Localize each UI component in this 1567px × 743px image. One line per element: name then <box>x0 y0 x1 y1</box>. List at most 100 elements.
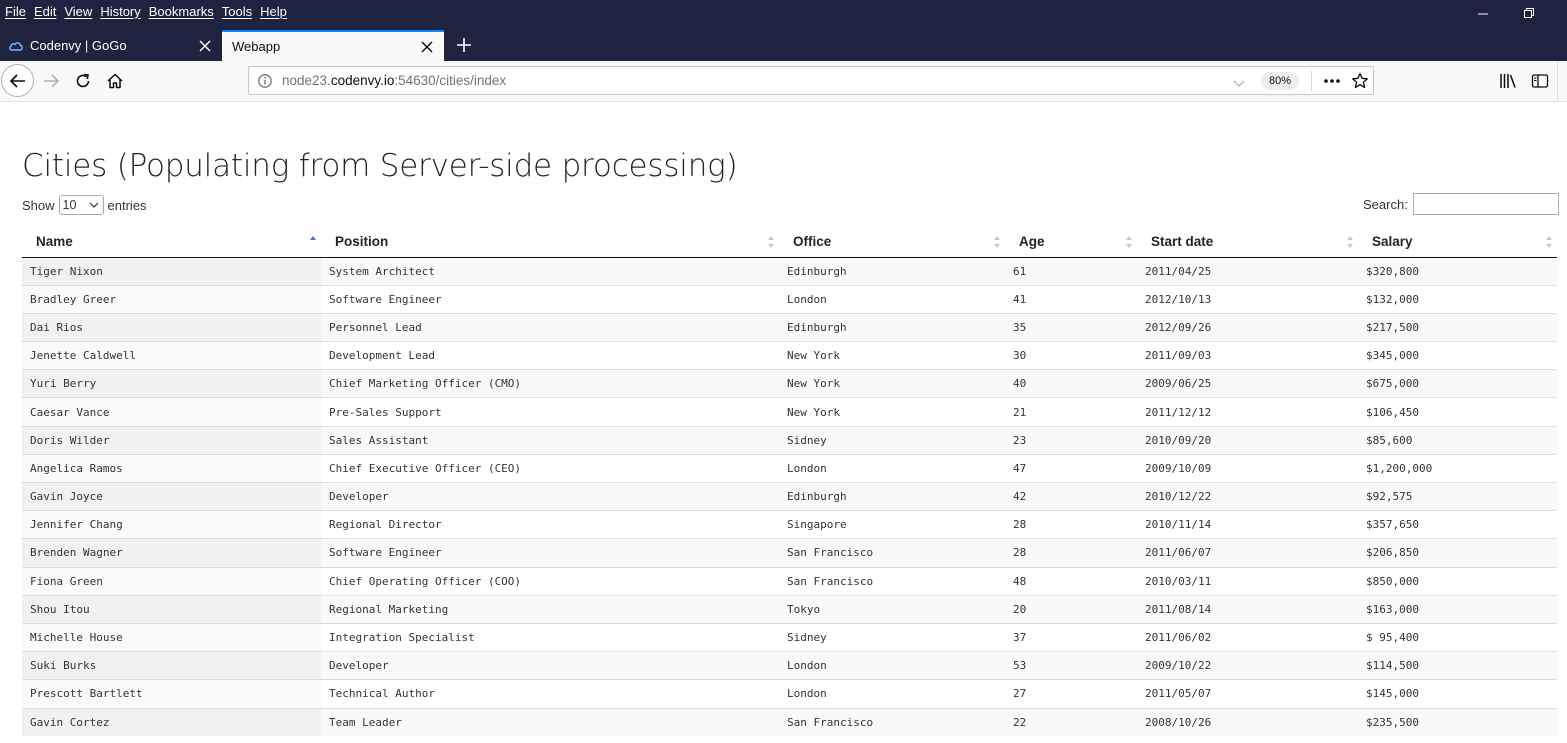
cell-age: 27 <box>1005 679 1137 708</box>
sort-ascending-icon <box>310 236 316 240</box>
cell-start-date: 2012/10/13 <box>1137 284 1358 314</box>
minimize-icon <box>1478 13 1488 15</box>
table-row: Angelica Ramos Chief Executive Officer (C… <box>22 453 1557 483</box>
minimize-button[interactable] <box>1460 2 1506 24</box>
more-actions-icon[interactable] <box>1321 72 1343 90</box>
table-row: Shou Itou Regional Marketing Tokyo 20 2011/0… <box>22 594 1557 624</box>
cell-age: 40 <box>1005 369 1137 398</box>
cell-name: Angelica Ramos <box>22 453 321 483</box>
tab-codenvy[interactable]: Codenvy | GoGo <box>0 30 222 61</box>
close-tab-icon[interactable] <box>416 36 438 58</box>
cell-office: New York <box>779 369 1005 398</box>
cell-salary: $675,000 <box>1358 369 1557 398</box>
menu-history[interactable]: History <box>100 4 140 19</box>
restore-icon <box>1524 8 1534 18</box>
cell-office: Edinburgh <box>779 481 1005 511</box>
cell-office: London <box>779 453 1005 483</box>
back-button[interactable] <box>1 64 34 97</box>
cell-office: Edinburgh <box>779 312 1005 342</box>
cell-age: 35 <box>1005 312 1137 342</box>
cell-salary: $217,500 <box>1358 312 1557 342</box>
arrow-left-icon <box>9 73 25 88</box>
cell-age: 28 <box>1005 510 1137 539</box>
cell-start-date: 2011/06/07 <box>1137 538 1358 568</box>
cell-salary: $163,000 <box>1358 594 1557 624</box>
search-input[interactable] <box>1412 193 1559 215</box>
close-tab-icon[interactable] <box>194 35 216 57</box>
new-tab-button[interactable] <box>451 33 477 57</box>
table-row: Caesar Vance Pre-Sales Support New York 21 2… <box>22 397 1557 427</box>
browser-titlebar: File Edit View History Bookmarks Tools H… <box>0 0 1567 61</box>
column-header-salary[interactable]: Salary <box>1358 226 1557 258</box>
entries-length-control: Show 10 entries <box>22 195 147 215</box>
cell-name: Fiona Green <box>22 566 321 596</box>
cell-office: New York <box>779 341 1005 370</box>
cell-position: Regional Marketing <box>321 594 779 624</box>
home-button[interactable] <box>102 69 128 93</box>
cell-office: San Francisco <box>779 707 1005 737</box>
cell-salary: $106,450 <box>1358 397 1557 427</box>
menu-tools[interactable]: Tools <box>222 4 252 19</box>
cell-office: London <box>779 679 1005 708</box>
tab-webapp[interactable]: Webapp <box>222 30 444 61</box>
cell-salary: $206,850 <box>1358 538 1557 568</box>
cell-office: New York <box>779 397 1005 427</box>
column-header-position[interactable]: Position <box>321 226 779 258</box>
column-label: Start date <box>1151 233 1214 249</box>
cell-position: Chief Executive Officer (CEO) <box>321 453 779 483</box>
column-label: Age <box>1019 233 1045 249</box>
cell-age: 53 <box>1005 651 1137 680</box>
arrow-right-icon <box>44 74 60 88</box>
cell-name: Shou Itou <box>22 594 321 624</box>
menu-help[interactable]: Help <box>260 4 287 19</box>
cell-office: Sidney <box>779 622 1005 652</box>
cell-name: Prescott Bartlett <box>22 679 321 708</box>
column-header-name[interactable]: Name <box>22 226 321 258</box>
cell-position: System Architect <box>321 256 779 286</box>
forward-button[interactable] <box>38 69 64 93</box>
cell-start-date: 2011/08/14 <box>1137 594 1358 624</box>
cell-age: 37 <box>1005 622 1137 652</box>
table-row: Jenette Caldwell Development Lead New York… <box>22 341 1557 370</box>
column-header-start-date[interactable]: Start date <box>1137 226 1358 258</box>
entries-select[interactable]: 10 <box>58 195 104 215</box>
cell-age: 41 <box>1005 284 1137 314</box>
home-icon <box>107 73 123 89</box>
sort-icon <box>994 236 1000 248</box>
reload-icon <box>76 73 90 88</box>
cell-name: Jenette Caldwell <box>22 341 321 370</box>
info-icon[interactable] <box>257 73 273 89</box>
menu-edit[interactable]: Edit <box>34 4 56 19</box>
cell-salary: $92,575 <box>1358 481 1557 511</box>
chevron-down-icon[interactable] <box>1231 75 1247 87</box>
cell-start-date: 2011/05/07 <box>1137 679 1358 708</box>
divider <box>1557 61 1558 101</box>
star-icon[interactable] <box>1350 72 1370 90</box>
cell-age: 28 <box>1005 538 1137 568</box>
cell-office: Singapore <box>779 510 1005 539</box>
table-row: Michelle House Integration Specialist Sidn… <box>22 622 1557 652</box>
cell-position: Chief Marketing Officer (CMO) <box>321 369 779 398</box>
cell-position: Development Lead <box>321 341 779 370</box>
table-row: Doris Wilder Sales Assistant Sidney 23 2010/… <box>22 425 1557 455</box>
cell-start-date: 2010/09/20 <box>1137 425 1358 455</box>
zoom-reset-button[interactable]: 80% <box>1261 72 1299 90</box>
url-text[interactable]: node23.codenvy.io:54630/cities/index <box>282 73 506 88</box>
cell-office: Tokyo <box>779 594 1005 624</box>
reload-button[interactable] <box>70 69 96 93</box>
address-bar[interactable]: node23.codenvy.io:54630/cities/index 80% <box>248 66 1374 95</box>
cloud-icon <box>8 38 24 54</box>
library-button[interactable] <box>1497 71 1519 91</box>
cell-salary: $235,500 <box>1358 707 1557 737</box>
cell-salary: $1,200,000 <box>1358 453 1557 483</box>
cell-salary: $ 95,400 <box>1358 622 1557 652</box>
menu-bookmarks[interactable]: Bookmarks <box>149 4 214 19</box>
column-header-age[interactable]: Age <box>1005 226 1137 258</box>
menu-file[interactable]: File <box>5 4 26 19</box>
show-label: Show <box>22 197 55 213</box>
restore-button[interactable] <box>1506 2 1552 24</box>
chevron-down-icon <box>89 202 98 208</box>
sidebar-toggle-button[interactable] <box>1529 71 1551 91</box>
column-header-office[interactable]: Office <box>779 226 1005 258</box>
menu-view[interactable]: View <box>64 4 92 19</box>
